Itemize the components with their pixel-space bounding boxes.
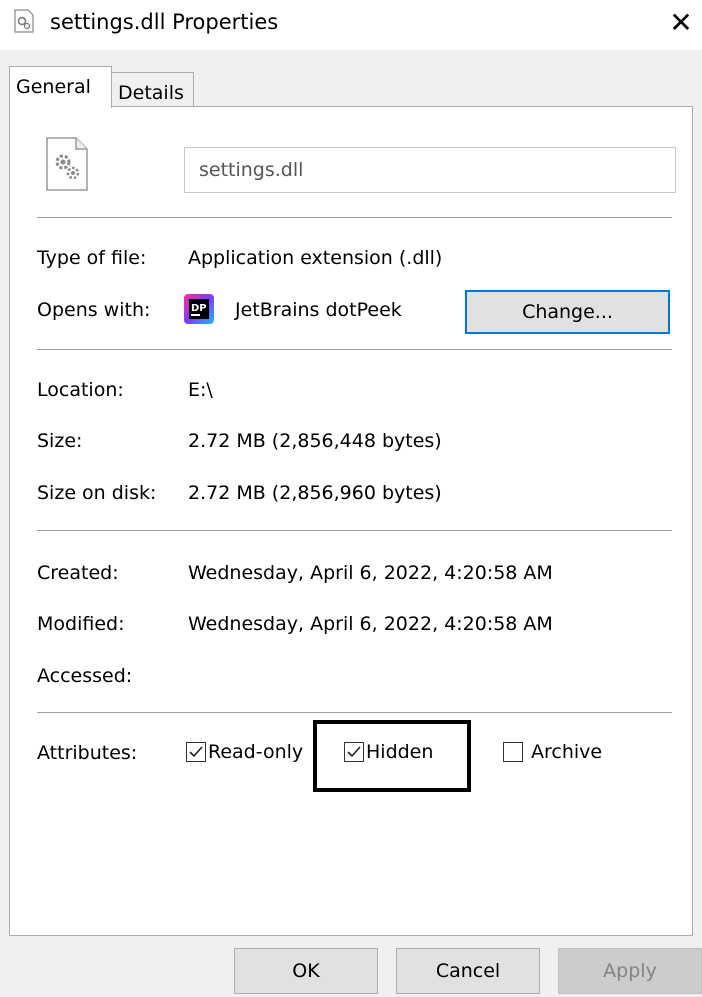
svg-text:DP: DP [191,303,207,314]
highlight-box [313,720,471,792]
change-button[interactable]: Change... [465,290,670,334]
location-value: E:\ [188,379,213,401]
location-label: Location: [37,379,124,401]
separator [37,712,672,713]
opens-with-label: Opens with: [37,299,151,321]
dotpeek-icon: DP [184,294,214,324]
tab-details[interactable]: Details [111,72,194,108]
created-value: Wednesday, April 6, 2022, 4:20:58 AM [188,562,553,584]
size-on-disk-value: 2.72 MB (2,856,960 bytes) [188,482,442,504]
checkbox-box[interactable] [186,742,206,762]
checkmark-icon [189,746,203,758]
created-label: Created: [37,562,119,584]
size-label: Size: [37,430,83,452]
type-label: Type of file: [37,247,147,269]
general-panel [9,106,693,936]
archive-label: Archive [531,741,603,763]
archive-checkbox[interactable]: Archive [503,741,602,763]
type-value: Application extension (.dll) [188,247,443,269]
accessed-label: Accessed: [37,665,133,687]
window-title: settings.dll Properties [50,10,279,34]
modified-value: Wednesday, April 6, 2022, 4:20:58 AM [188,613,553,635]
readonly-label: Read-only [208,741,304,763]
checkbox-box[interactable] [503,742,523,762]
size-value: 2.72 MB (2,856,448 bytes) [188,430,442,452]
separator [37,349,672,350]
modified-label: Modified: [37,613,125,635]
opens-with-app-name: JetBrains dotPeek [235,299,402,321]
size-on-disk-label: Size on disk: [37,482,157,504]
readonly-checkbox[interactable]: Read-only [186,741,303,763]
ok-button[interactable]: OK [234,948,378,994]
dll-file-icon [46,137,88,191]
file-name-field[interactable] [184,147,676,193]
attributes-label: Attributes: [37,742,138,764]
cancel-button[interactable]: Cancel [396,948,540,994]
tab-general[interactable]: General [9,66,112,108]
separator [37,530,672,531]
apply-button[interactable]: Apply [558,948,702,994]
close-button[interactable]: ✕ [660,0,702,46]
separator [37,217,672,218]
dll-file-icon [14,9,34,33]
